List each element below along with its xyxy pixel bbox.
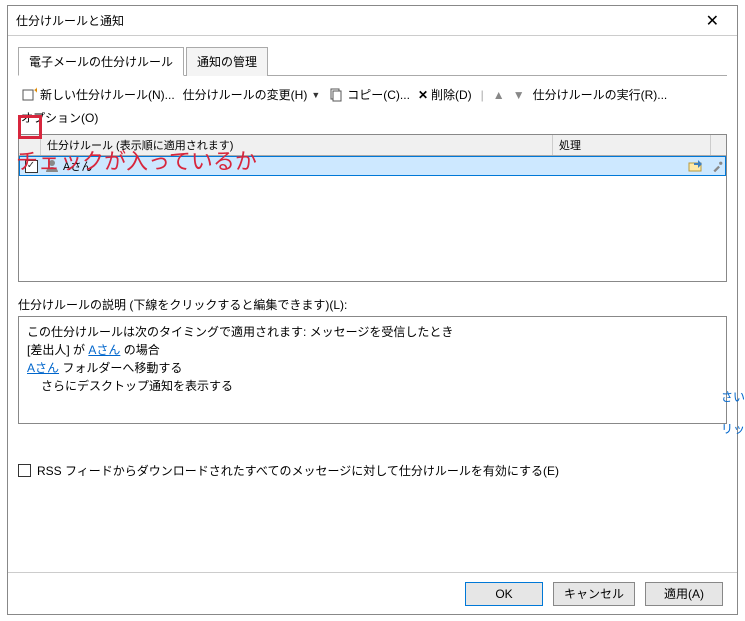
rules-dialog: 仕分けルールと通知 ✕ 電子メールの仕分けルール 通知の管理 ✦ 新しい仕分けル… <box>7 5 738 615</box>
tab-manage-alerts[interactable]: 通知の管理 <box>186 47 268 76</box>
move-up-button[interactable]: ▲ <box>490 86 508 104</box>
arrow-up-icon: ▲ <box>493 88 505 102</box>
description-label: 仕分けルールの説明 (下線をクリックすると編集できます)(L): <box>18 296 727 313</box>
header-icon-col <box>711 135 726 155</box>
header-checkbox-col <box>19 135 41 155</box>
close-icon[interactable]: ✕ <box>696 7 729 35</box>
tabstrip: 電子メールの仕分けルール 通知の管理 <box>18 46 727 76</box>
dialog-content: 電子メールの仕分けルール 通知の管理 ✦ 新しい仕分けルール(N)... 仕分け… <box>8 36 737 572</box>
rule-row[interactable]: Aさん <box>19 156 726 176</box>
apply-button[interactable]: 適用(A) <box>645 582 723 606</box>
ok-button[interactable]: OK <box>465 582 543 606</box>
button-bar: OK キャンセル 適用(A) <box>8 572 737 614</box>
move-down-button[interactable]: ▼ <box>510 86 528 104</box>
delete-icon: ✕ <box>418 88 428 102</box>
rule-checkbox-cell[interactable] <box>20 159 42 173</box>
header-action-col[interactable]: 処理 <box>553 135 711 155</box>
rss-checkbox[interactable] <box>18 464 31 477</box>
rule-checkbox[interactable] <box>25 160 38 173</box>
delete-button[interactable]: ✕ 削除(D) <box>415 84 475 105</box>
separator: | <box>481 88 484 102</box>
person-icon <box>44 158 60 174</box>
toolbar: ✦ 新しい仕分けルール(N)... 仕分けルールの変更(H) ▼ コピー(C).… <box>18 76 727 134</box>
move-folder-icon <box>688 158 704 174</box>
rule-list-body: Aさん <box>19 156 726 281</box>
side-clip: さい <box>721 388 745 405</box>
run-rules-button[interactable]: 仕分けルールの実行(R)... <box>530 84 671 105</box>
side-clip-2: リッ <box>721 420 745 437</box>
desc-line2: [差出人] が Aさん の場合 <box>27 341 718 359</box>
rule-list: 仕分けルール (表示順に適用されます) 処理 Aさん <box>18 134 727 282</box>
copy-icon <box>328 87 344 103</box>
dropdown-arrow-icon: ▼ <box>311 90 320 100</box>
svg-text:✦: ✦ <box>33 87 37 95</box>
rule-name: Aさん <box>63 158 92 174</box>
rss-checkbox-row[interactable]: RSS フィードからダウンロードされたすべてのメッセージに対して仕分けルールを有… <box>18 462 727 479</box>
tab-email-rules[interactable]: 電子メールの仕分けルール <box>18 47 184 76</box>
options-button[interactable]: オプション(O) <box>18 107 101 128</box>
rule-action-cell <box>552 158 710 174</box>
arrow-down-icon: ▼ <box>513 88 525 102</box>
dialog-title: 仕分けルールと通知 <box>16 12 696 29</box>
rule-list-header: 仕分けルール (表示順に適用されます) 処理 <box>19 135 726 156</box>
desc-line1: この仕分けルールは次のタイミングで適用されます: メッセージを受信したとき <box>27 323 718 341</box>
desc-line4: さらにデスクトップ通知を表示する <box>27 377 718 395</box>
header-name-col[interactable]: 仕分けルール (表示順に適用されます) <box>41 135 553 155</box>
tool-icon <box>711 160 724 173</box>
desc-line3: Aさん フォルダーへ移動する <box>27 359 718 377</box>
rss-checkbox-label: RSS フィードからダウンロードされたすべてのメッセージに対して仕分けルールを有… <box>37 462 559 479</box>
folder-link[interactable]: Aさん <box>27 361 59 375</box>
new-rule-icon: ✦ <box>21 87 37 103</box>
description-box: この仕分けルールは次のタイミングで適用されます: メッセージを受信したとき [差… <box>18 316 727 424</box>
change-rule-button[interactable]: 仕分けルールの変更(H) ▼ <box>180 84 324 105</box>
rule-name-cell: Aさん <box>42 158 552 174</box>
rule-right-icon-cell <box>710 160 725 173</box>
copy-button[interactable]: コピー(C)... <box>325 84 413 105</box>
new-rule-button[interactable]: ✦ 新しい仕分けルール(N)... <box>18 84 178 105</box>
cancel-button[interactable]: キャンセル <box>553 582 635 606</box>
sender-link[interactable]: Aさん <box>88 343 120 357</box>
titlebar: 仕分けルールと通知 ✕ <box>8 6 737 36</box>
